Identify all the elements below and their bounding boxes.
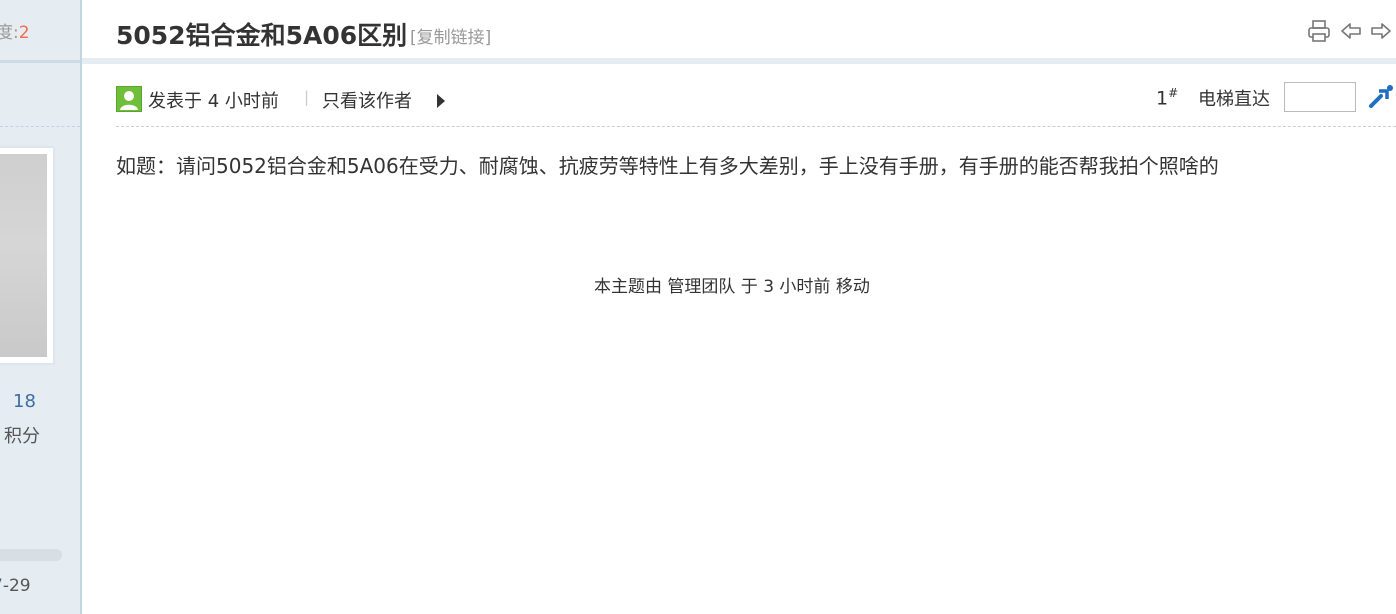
previous-thread-icon[interactable] bbox=[1340, 20, 1362, 42]
sidebar-stat-value[interactable]: 2 bbox=[19, 23, 30, 43]
post-content: 如题：请问5052铝合金和5A06在受力、耐腐蚀、抗疲劳等特性上有多大差别，手上… bbox=[116, 154, 1219, 178]
online-user-icon bbox=[116, 86, 142, 112]
only-author-link[interactable]: 只看该作者 bbox=[322, 87, 412, 113]
post-meta: 发表于 4 小时前 | 只看该作者 1# 电梯直达 bbox=[116, 82, 1396, 114]
avatar-image[interactable] bbox=[0, 154, 47, 357]
meta-separator: | bbox=[304, 88, 310, 106]
sidebar-header: 度:2 bbox=[0, 0, 80, 63]
next-thread-icon[interactable] bbox=[1370, 20, 1392, 42]
floor-value[interactable]: 1 bbox=[1156, 87, 1168, 109]
floor-mark: # bbox=[1168, 86, 1179, 100]
thread-toolbar bbox=[1306, 18, 1392, 44]
avatar[interactable] bbox=[0, 147, 54, 364]
thread-title-bar: 5052铝合金和5A06区别 [复制链接] bbox=[82, 0, 1396, 64]
thread-title: 5052铝合金和5A06区别 bbox=[116, 21, 408, 50]
author-sidebar: 度:2 18 积分 7-29 bbox=[0, 0, 82, 614]
goto-floor-label: 电梯直达 bbox=[1198, 89, 1270, 110]
score-value[interactable]: 18 bbox=[13, 391, 36, 412]
sidebar-divider bbox=[0, 126, 80, 127]
sidebar-stat-label: 度: bbox=[0, 23, 19, 43]
print-icon[interactable] bbox=[1306, 18, 1332, 44]
meta-divider bbox=[116, 126, 1396, 127]
sidebar-stat: 度:2 bbox=[0, 18, 30, 43]
goto-floor-input[interactable] bbox=[1284, 82, 1356, 112]
copy-link-button[interactable]: [复制链接] bbox=[410, 23, 491, 48]
score-label: 积分 bbox=[4, 426, 40, 447]
level-progress-bar bbox=[0, 549, 62, 561]
moved-notice: 本主题由 管理团队 于 3 小时前 移动 bbox=[594, 277, 870, 297]
register-date: 7-29 bbox=[0, 576, 31, 596]
arrow-right-icon[interactable] bbox=[437, 94, 445, 108]
post-time: 发表于 4 小时前 bbox=[148, 91, 279, 112]
goto-floor-icon[interactable] bbox=[1368, 84, 1394, 114]
floor-number[interactable]: 1# bbox=[1156, 86, 1178, 109]
